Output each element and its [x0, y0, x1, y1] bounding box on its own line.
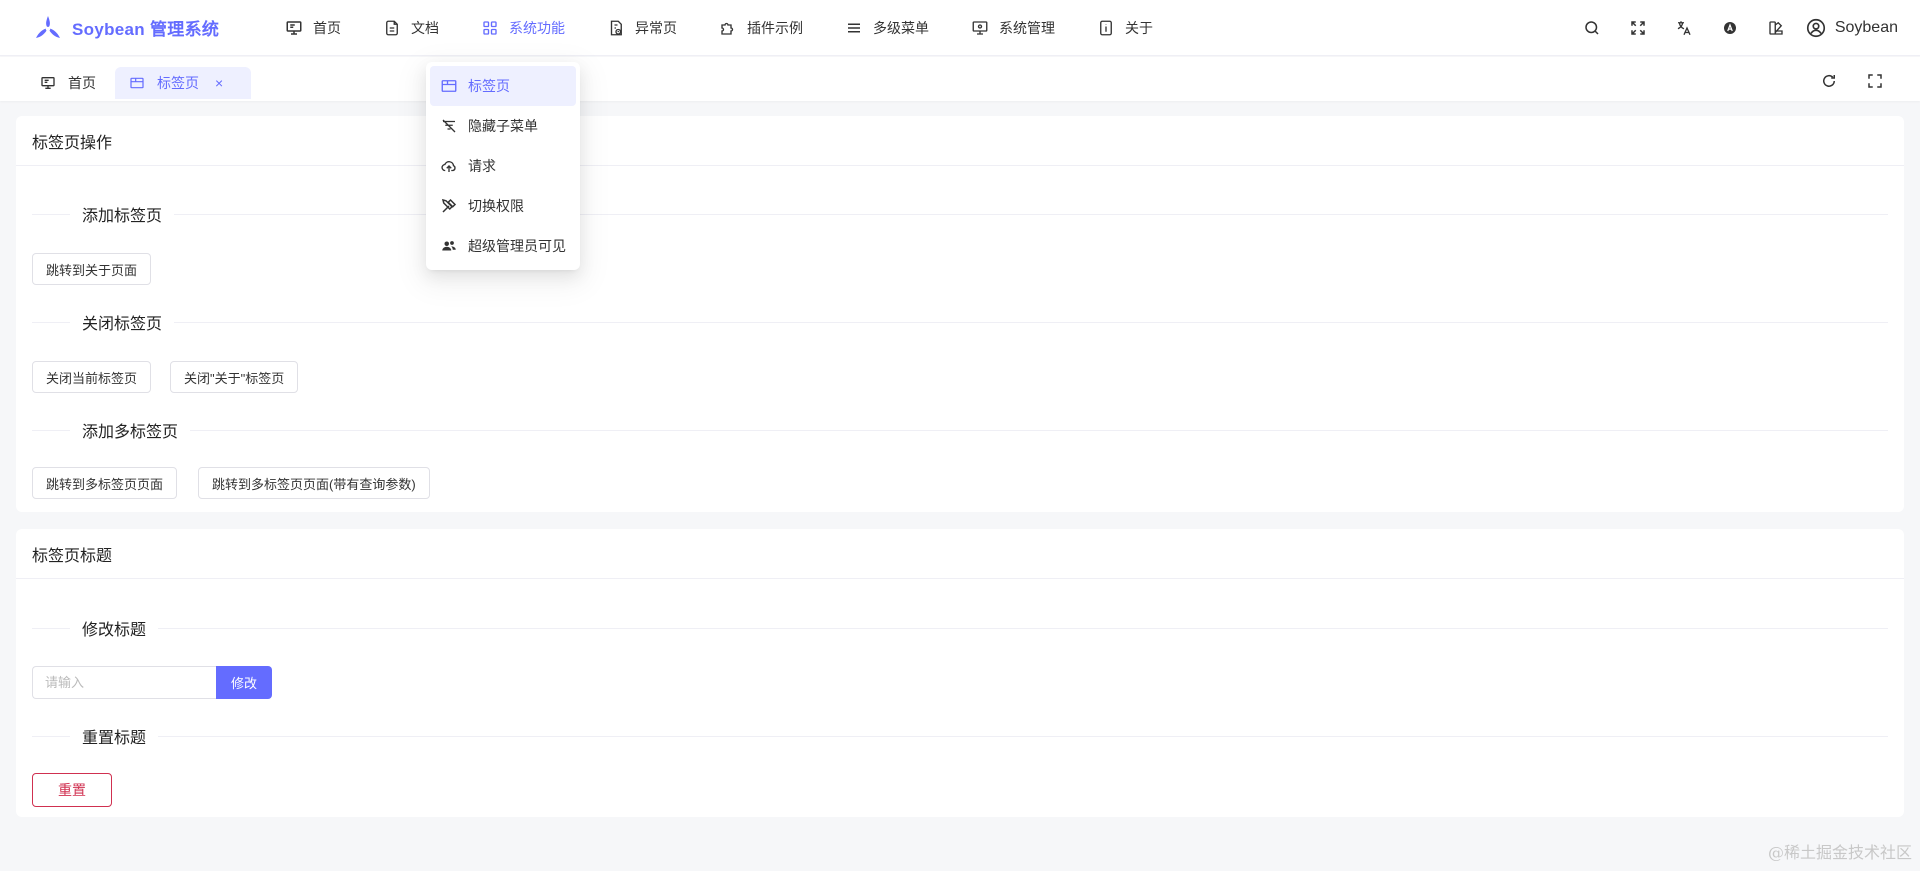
menu-item-docs[interactable]: 文档 [362, 0, 460, 56]
content-fullscreen-button[interactable] [1852, 67, 1898, 95]
theme-icon [1723, 22, 1736, 34]
system-functions-dropdown: 标签页 隐藏子菜单 请求 切换权限 超级管理员可见 [426, 62, 580, 270]
filter-off-icon [440, 117, 458, 135]
divider [32, 322, 1888, 323]
monitor-icon [40, 75, 56, 91]
tab-operations-card: 标签页操作 添加标签页 跳转到关于页面 关闭标签页 关闭当前标签页 关闭"关于"… [16, 116, 1904, 512]
translate-icon [1677, 21, 1691, 36]
user-menu[interactable]: Soybean [1805, 17, 1898, 39]
menu-item-system-manage[interactable]: 系统管理 [950, 0, 1076, 56]
dropdown-item-label: 标签页 [468, 78, 510, 94]
fullscreen-icon [1631, 21, 1645, 35]
monitor-settings-icon [971, 19, 989, 37]
app-logo[interactable]: Soybean 管理系统 [32, 12, 264, 44]
section-title-edit-title: 修改标题 [70, 616, 159, 640]
menu-item-multilevel[interactable]: 多级菜单 [824, 0, 950, 56]
fullscreen-button[interactable] [1615, 0, 1661, 56]
tab-home[interactable]: 首页 [26, 67, 110, 99]
menu-item-label: 异常页 [635, 19, 677, 36]
goto-about-button[interactable]: 跳转到关于页面 [32, 253, 152, 285]
close-about-tab-button[interactable]: 关闭"关于"标签页 [170, 361, 299, 393]
section-title-multi-tab: 添加多标签页 [70, 418, 191, 442]
dropdown-item-label: 隐藏子菜单 [468, 118, 538, 134]
watermark: @稀土掘金技术社区 [1767, 843, 1912, 862]
close-tab-icon[interactable]: × [215, 75, 223, 91]
dropdown-item-toggle-auth[interactable]: 切换权限 [430, 186, 576, 226]
tab-icon [440, 77, 458, 95]
theme-color-button[interactable] [1753, 0, 1799, 56]
menu-item-label: 关于 [1125, 19, 1153, 36]
menu-item-label: 多级菜单 [873, 19, 929, 36]
monitor-icon [285, 19, 303, 37]
cloud-upload-icon [440, 157, 458, 175]
file-warning-icon [607, 19, 625, 37]
tab-bar: 首页 标签页 × [0, 57, 1920, 101]
divider [32, 430, 1888, 431]
menu-item-label: 系统功能 [509, 19, 565, 36]
menu-item-plugins[interactable]: 插件示例 [698, 0, 824, 56]
reset-title-button[interactable]: 重置 [32, 773, 112, 807]
dropdown-item-label: 超级管理员可见 [468, 238, 566, 254]
search-button[interactable] [1569, 0, 1615, 56]
puzzle-icon [719, 19, 737, 37]
divider [32, 736, 1888, 737]
modify-title-button[interactable]: 修改 [216, 666, 272, 699]
menu-item-system-functions[interactable]: 系统功能 [460, 0, 586, 56]
dropdown-item-label: 请求 [468, 158, 496, 174]
menu-item-label: 插件示例 [747, 19, 803, 36]
dropdown-item-label: 切换权限 [468, 198, 524, 214]
tab-icon [129, 75, 145, 91]
menu-item-label: 首页 [313, 19, 341, 36]
soybean-logo-icon [36, 15, 60, 38]
divider [32, 214, 1888, 215]
goto-multi-tab-button[interactable]: 跳转到多标签页页面 [32, 467, 178, 499]
section-title-add-tab: 添加标签页 [70, 202, 175, 226]
goto-multi-tab-query-button[interactable]: 跳转到多标签页页面(带有查询参数) [198, 467, 430, 499]
section-title-reset-title: 重置标题 [70, 724, 159, 748]
user-avatar-icon [1806, 18, 1825, 38]
color-icon [1769, 21, 1783, 35]
document-icon [383, 19, 401, 37]
app-title: Soybean 管理系统 [72, 20, 220, 39]
menu-item-home[interactable]: 首页 [264, 0, 362, 56]
tab-title-card: 标签页标题 修改标题 修改 重置标题 重置 [16, 529, 1904, 817]
grid-icon [481, 19, 499, 37]
menu-item-label: 文档 [411, 19, 439, 36]
divider [32, 628, 1888, 629]
theme-toggle-button[interactable] [1707, 0, 1753, 56]
tab-label: 标签页 [157, 75, 199, 91]
search-icon [1585, 21, 1599, 35]
top-menu: 首页 文档 系统功能 异常页 插件示例 多级菜单 系统管理 关于 [264, 0, 1174, 56]
reload-button[interactable] [1806, 67, 1852, 95]
dropdown-item-hide-submenu[interactable]: 隐藏子菜单 [430, 106, 576, 146]
menu-icon [845, 19, 863, 37]
tab-tabs-page[interactable]: 标签页 × [115, 67, 251, 99]
users-icon [440, 237, 458, 255]
header-actions: Soybean [1569, 0, 1898, 56]
user-name: Soybean [1834, 19, 1898, 36]
dropdown-item-tabs[interactable]: 标签页 [430, 66, 576, 106]
section-title-close-tab: 关闭标签页 [70, 310, 175, 334]
title-input[interactable] [32, 666, 216, 699]
top-header: Soybean 管理系统 首页 文档 系统功能 异常页 插件示例 多级菜单 系统… [0, 0, 1920, 56]
menu-item-about[interactable]: 关于 [1076, 0, 1174, 56]
refresh-icon [1823, 74, 1835, 87]
tab-label: 首页 [68, 75, 96, 91]
tabbar-actions [1806, 67, 1898, 95]
language-button[interactable] [1661, 0, 1707, 56]
card-title: 标签页标题 [16, 529, 1904, 579]
menu-item-label: 系统管理 [999, 19, 1055, 36]
card-title: 标签页操作 [16, 116, 1904, 166]
menu-item-exception[interactable]: 异常页 [586, 0, 698, 56]
info-icon [1097, 19, 1115, 37]
close-current-tab-button[interactable]: 关闭当前标签页 [32, 361, 152, 393]
dropdown-item-super-admin[interactable]: 超级管理员可见 [430, 226, 576, 266]
dropdown-item-request[interactable]: 请求 [430, 146, 576, 186]
tools-icon [440, 197, 458, 215]
fullscreen-icon [1868, 74, 1882, 88]
